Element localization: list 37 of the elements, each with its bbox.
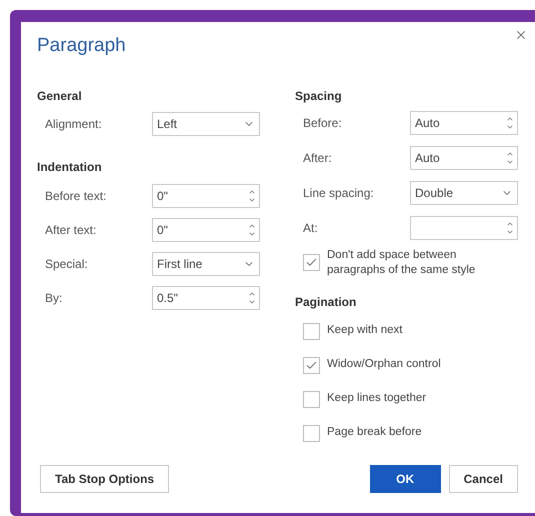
spin-field[interactable]: 0.5" — [152, 286, 260, 310]
dropdown[interactable]: Left — [152, 112, 260, 136]
field-label: Before text: — [45, 188, 108, 205]
dialog-title: Paragraph — [37, 34, 126, 58]
field-label: After: — [303, 150, 333, 167]
field-label: By: — [45, 290, 64, 307]
section-heading: Indentation — [37, 159, 103, 175]
checkbox-label: Page break before — [327, 425, 422, 440]
spin-field[interactable]: 0" — [152, 184, 260, 208]
spin-field[interactable]: Auto — [410, 111, 518, 135]
checkbox[interactable] — [303, 356, 320, 374]
checkbox-label: Keep with next — [327, 323, 402, 338]
checkbox[interactable] — [303, 254, 320, 271]
dialog-button[interactable]: Tab Stop Options — [40, 465, 170, 493]
field-label: Before: — [303, 115, 343, 132]
section-heading: Spacing — [295, 88, 343, 104]
checkbox-label: Keep lines together — [327, 391, 426, 406]
spin-field[interactable] — [410, 216, 518, 240]
close-icon[interactable] — [514, 28, 528, 42]
section-heading: General — [37, 88, 83, 104]
ok-button[interactable]: OK — [370, 465, 441, 493]
checkbox[interactable] — [303, 424, 320, 442]
checkbox-label: Widow/Orphan control — [327, 357, 441, 372]
checkbox[interactable] — [303, 322, 320, 340]
dropdown[interactable]: First line — [152, 252, 260, 276]
checkbox-label: Don't add space between paragraphs of the same style — [327, 248, 476, 278]
field-label: After text: — [45, 222, 98, 239]
field-label: Alignment: — [45, 116, 103, 133]
checkbox[interactable] — [303, 390, 320, 408]
field-label: Line spacing: — [303, 185, 375, 202]
dropdown[interactable]: Double — [410, 181, 518, 205]
dialog-button[interactable]: Cancel — [448, 465, 518, 493]
field-label: At: — [303, 220, 319, 237]
section-heading: Pagination — [295, 294, 358, 310]
spin-field[interactable]: 0" — [152, 218, 260, 242]
spin-field[interactable]: Auto — [410, 146, 518, 170]
field-label: Special: — [45, 256, 89, 273]
